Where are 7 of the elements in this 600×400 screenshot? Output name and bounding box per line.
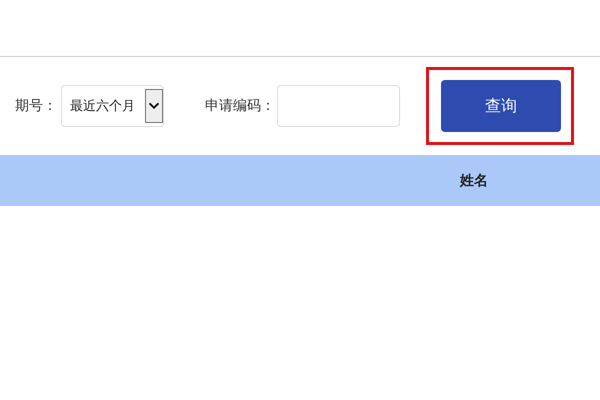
code-label: 申请编码： — [205, 97, 275, 115]
period-label: 期号： — [15, 97, 57, 115]
search-button[interactable]: 查询 — [441, 80, 561, 132]
chevron-down-icon — [145, 89, 163, 123]
column-header: 姓名 — [458, 172, 489, 190]
period-select[interactable]: 最近六个月 — [61, 85, 164, 127]
code-input[interactable] — [277, 85, 400, 127]
